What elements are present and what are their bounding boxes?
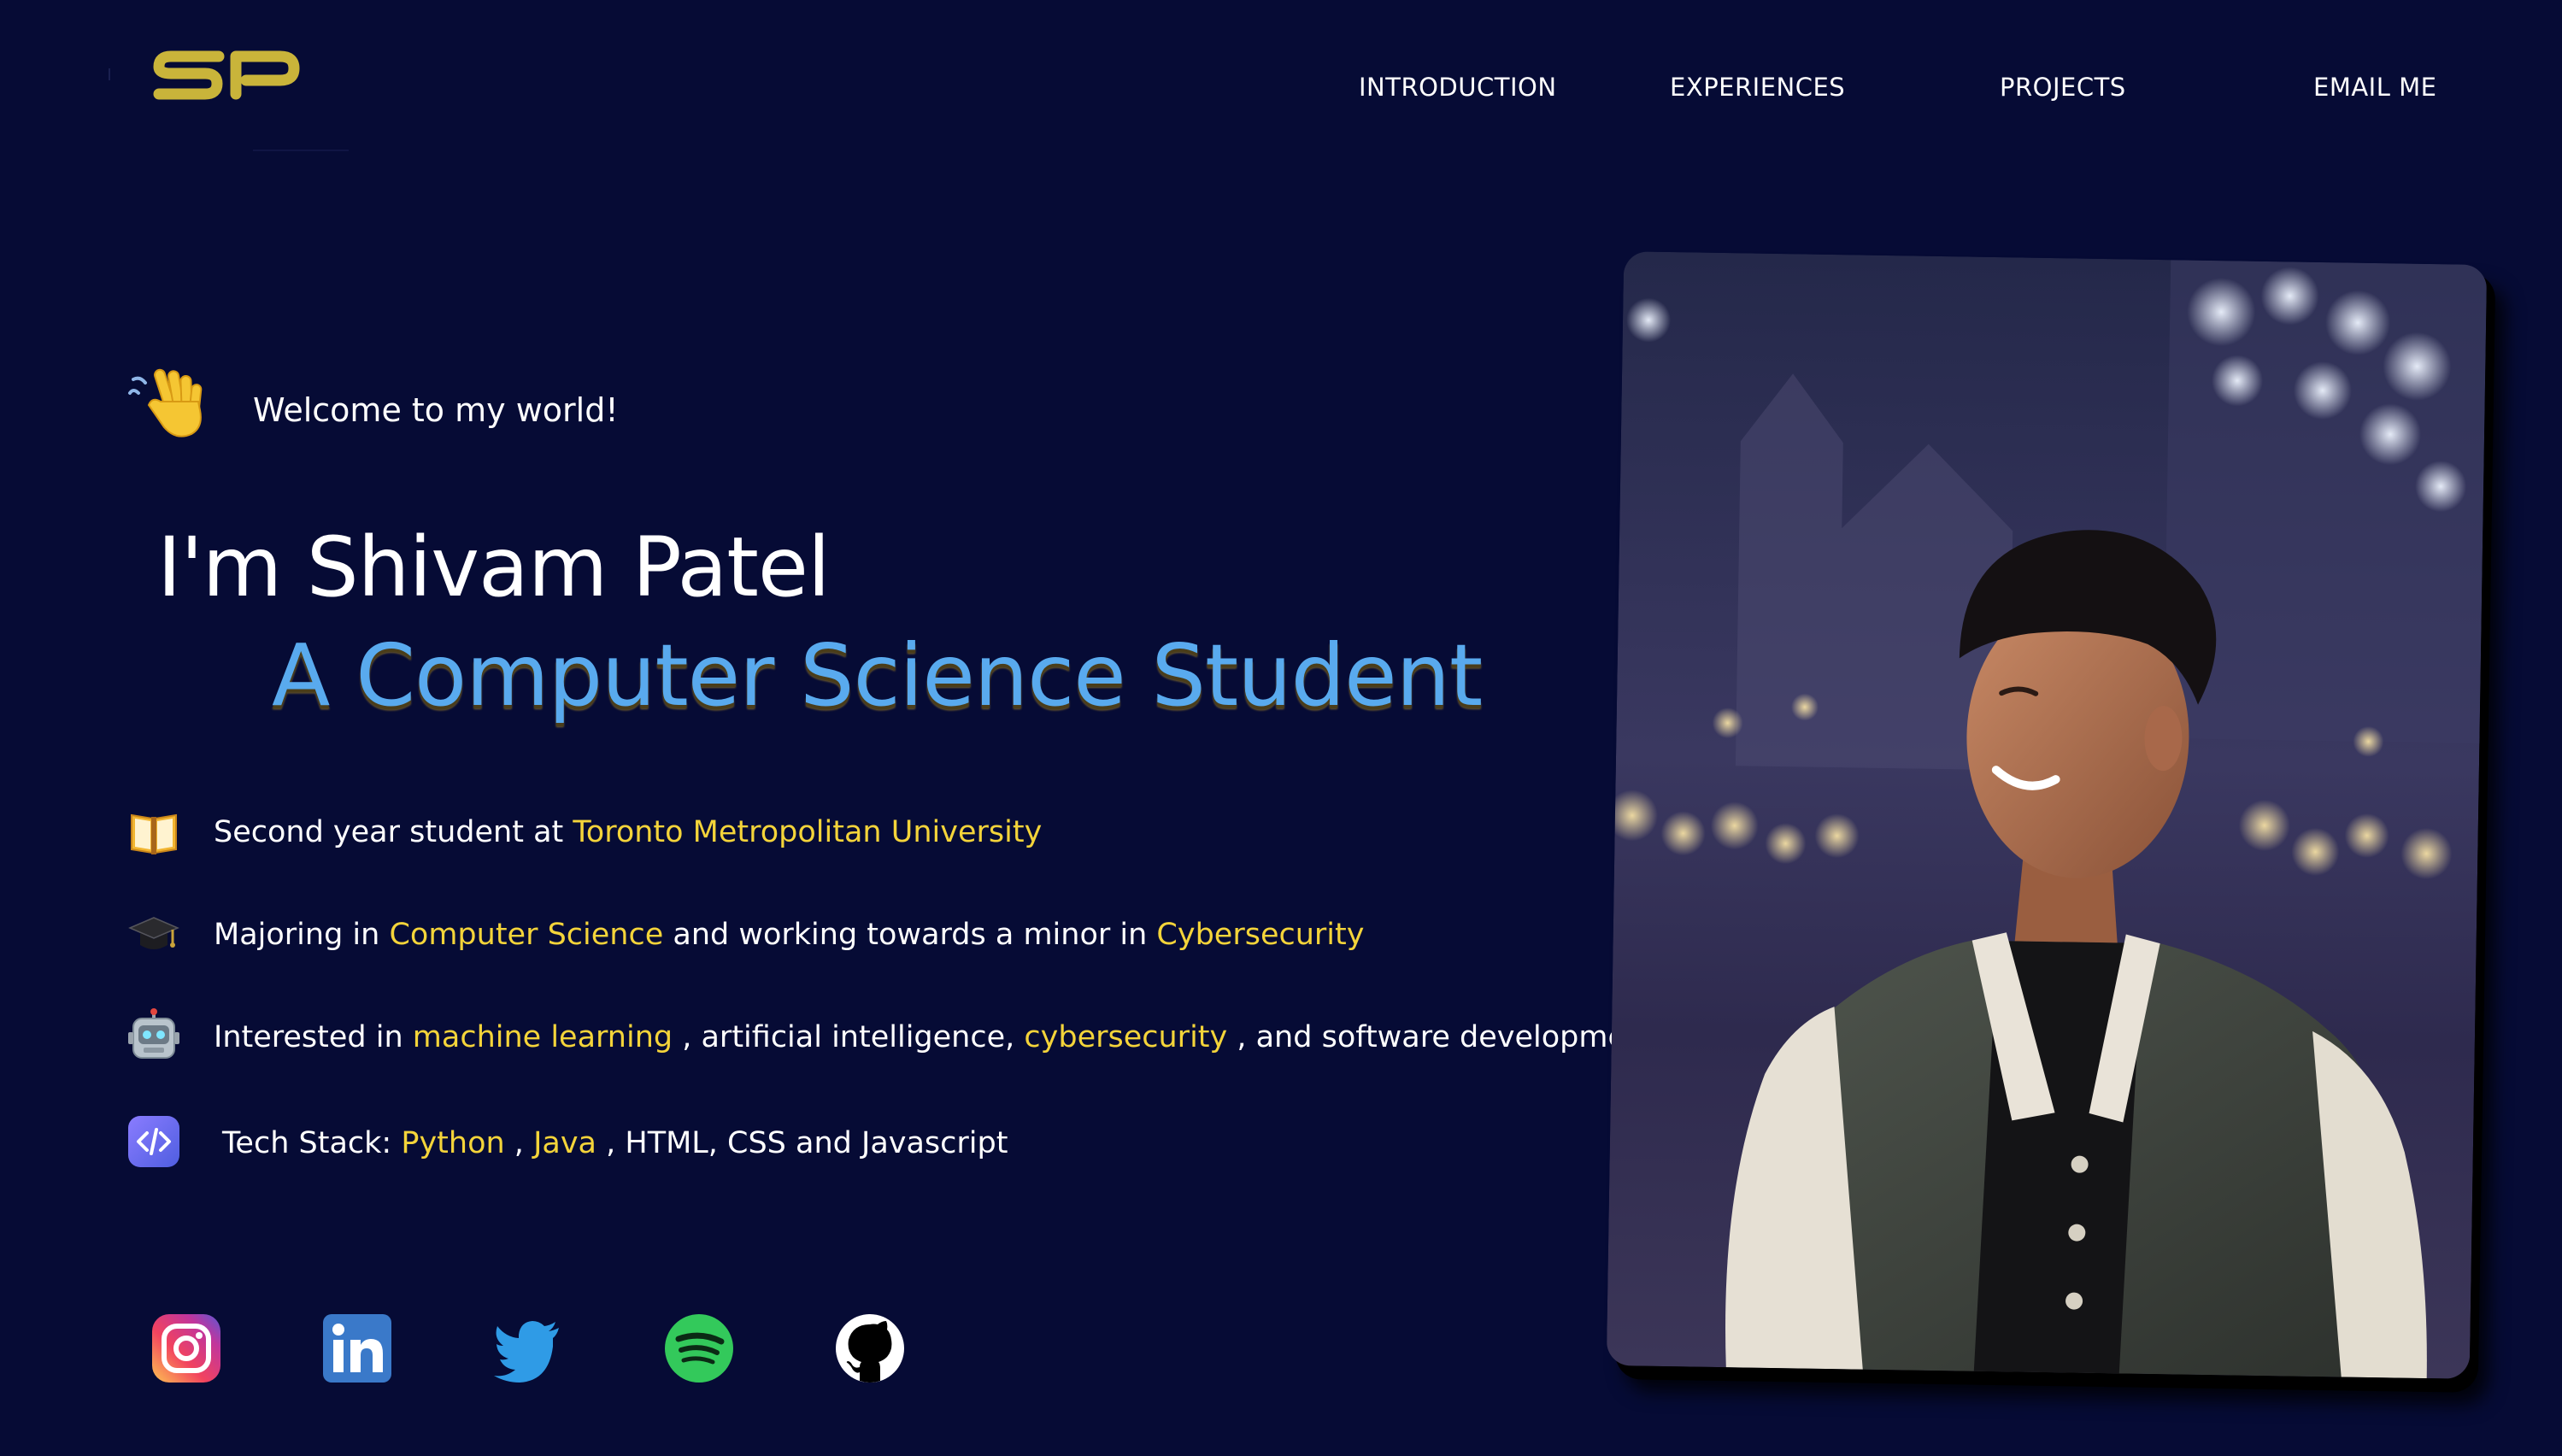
fact-text-part: , [504,1126,534,1160]
twitter-icon[interactable] [492,1312,564,1384]
fact-text-part: , and software development! [1227,1020,1669,1054]
code-icon [126,1114,181,1169]
nav-experiences[interactable]: EXPERIENCES [1670,73,1845,102]
fact-item-interests: Interested in machine learning , artific… [126,1008,1669,1070]
fact-text-part: Tech Stack: [222,1126,402,1160]
nav-projects[interactable]: PROJECTS [2000,73,2126,102]
highlight-computer-science: Computer Science [389,918,664,952]
instagram-icon[interactable] [150,1312,222,1384]
top-nav: INTRODUCTION EXPERIENCES PROJECTS EMAIL … [0,73,2562,107]
github-icon[interactable] [834,1312,906,1384]
fact-text: Second year student at Toronto Metropoli… [214,815,1042,849]
nav-introduction[interactable]: INTRODUCTION [1359,73,1557,102]
fact-item-university: Second year student at Toronto Metropoli… [126,803,1579,865]
highlight-python: Python [401,1126,505,1160]
highlight-java: Java [533,1126,596,1160]
hero-role: A Computer Science Student [272,625,1483,725]
hero-name: I'm Shivam Patel [157,520,831,615]
waving-hand-icon [126,362,209,444]
book-icon [126,803,181,858]
fact-text-part: , artificial intelligence, [673,1020,1025,1054]
fact-text-part: Second year student at [214,815,573,849]
fact-text-part: , HTML, CSS and Javascript [596,1126,1008,1160]
graduation-cap-icon [126,906,181,960]
portrait-photo [1606,251,2488,1379]
nav-email-me[interactable]: EMAIL ME [2313,73,2436,102]
highlight-machine-learning: machine learning [412,1020,673,1054]
fact-item-major: Majoring in Computer Science and working… [126,906,1579,967]
fact-text: Interested in machine learning , artific… [214,1020,1669,1054]
fact-text: Majoring in Computer Science and working… [214,918,1364,952]
fact-item-tech-stack: Tech Stack: Python , Java , HTML, CSS an… [126,1114,1579,1176]
linkedin-icon[interactable] [321,1312,393,1384]
logo-underline [253,150,349,151]
highlight-cybersecurity: cybersecurity [1024,1020,1228,1054]
fact-text-part: and working towards a minor in [663,918,1157,952]
fact-text-part: Interested in [214,1020,413,1054]
fact-text-part: Majoring in [214,918,390,952]
fact-text: Tech Stack: Python , Java , HTML, CSS an… [222,1126,1008,1160]
highlight-university: Toronto Metropolitan University [573,815,1043,849]
spotify-icon[interactable] [663,1312,735,1384]
robot-icon [126,1008,181,1063]
highlight-cybersecurity-minor: Cybersecurity [1156,918,1365,952]
welcome-text: Welcome to my world! [253,391,619,429]
